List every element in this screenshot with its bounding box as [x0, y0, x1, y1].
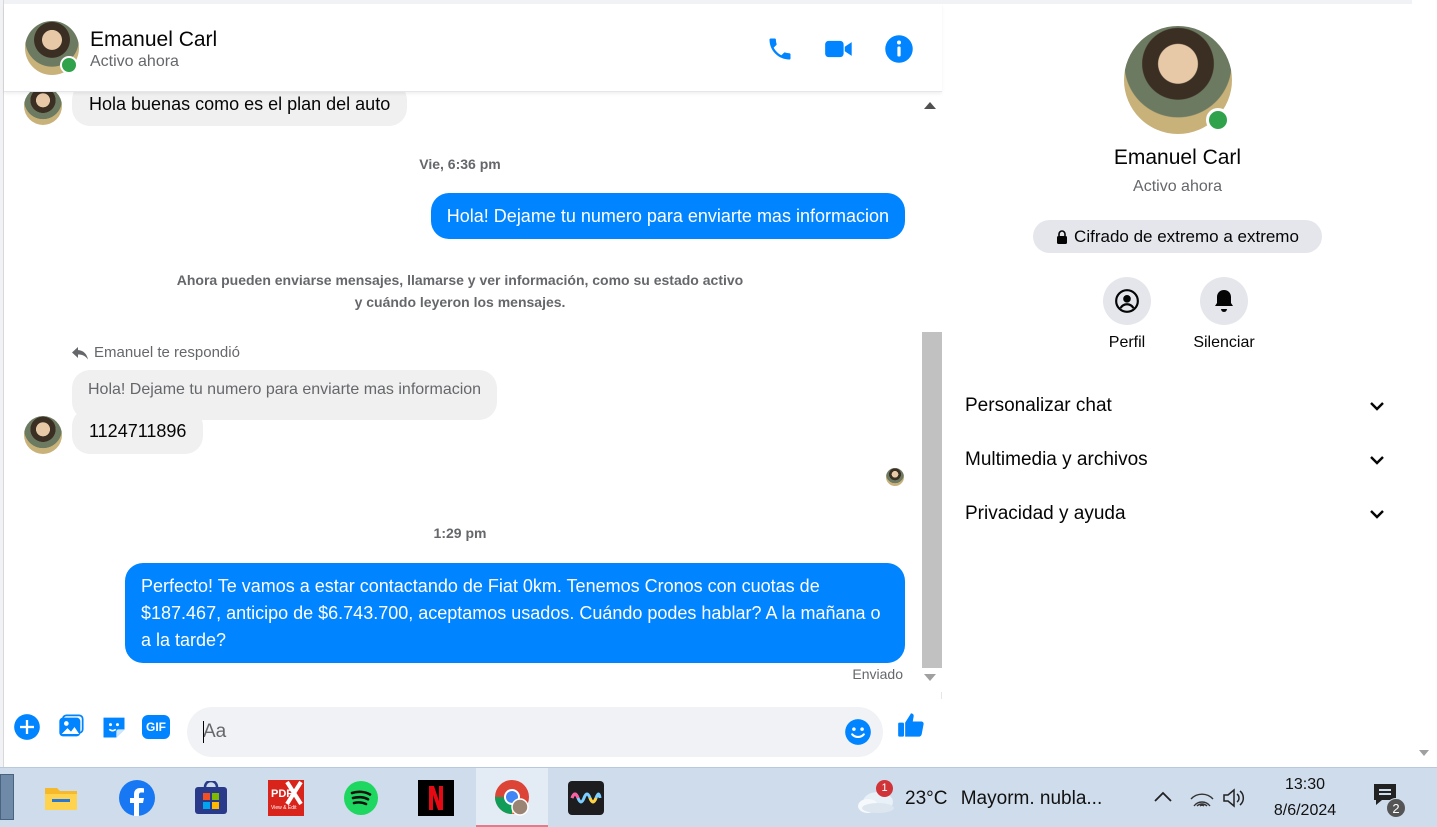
outgoing-message[interactable]: Perfecto! Te vamos a estar contactando d… — [125, 563, 905, 663]
sticker-icon[interactable] — [100, 713, 128, 741]
contact-status: Activo ahora — [90, 53, 179, 70]
profile-label: Perfil — [1108, 334, 1146, 351]
chat-scrollbar[interactable] — [918, 92, 942, 692]
reply-icon — [72, 346, 88, 359]
wave-app[interactable] — [550, 768, 622, 827]
folder-icon — [45, 788, 77, 810]
section-media-files[interactable]: Multimedia y archivos — [955, 440, 1395, 480]
bell-icon — [1215, 290, 1233, 312]
mute-button[interactable] — [1200, 277, 1248, 325]
store-icon — [195, 781, 227, 814]
netflix-app[interactable] — [400, 768, 472, 827]
spotify-icon — [344, 781, 378, 815]
timestamp: 1:29 pm — [433, 525, 487, 541]
weather-text[interactable]: 23°C Mayorm. nubla... — [905, 788, 1102, 810]
reply-label-text: Emanuel te respondió — [94, 344, 240, 361]
clock[interactable]: 13:30 8/6/2024 — [1260, 774, 1350, 822]
scroll-up-arrow[interactable] — [924, 102, 936, 109]
scroll-thumb[interactable] — [922, 332, 942, 668]
message-avatar — [24, 416, 62, 454]
taskbar-edge-app[interactable] — [0, 774, 14, 820]
volume-icon[interactable] — [1222, 787, 1248, 809]
message-text: Perfecto! Te vamos a estar contactando d… — [141, 575, 881, 650]
clock-time: 13:30 — [1284, 776, 1326, 793]
scroll-down-arrow[interactable] — [924, 674, 936, 681]
video-icon[interactable] — [824, 34, 854, 64]
message-text: Hola! Dejame tu numero para enviarte mas… — [446, 205, 889, 226]
chat-pane: Emanuel Carl Activo ahora Hola buenas co… — [4, 4, 942, 767]
chrome-icon — [495, 779, 529, 816]
pdf-app[interactable]: PDF View & Edit — [250, 768, 322, 827]
wifi-icon[interactable] — [1190, 787, 1214, 809]
notifications-icon[interactable]: 2 — [1372, 782, 1412, 822]
quoted-text: Hola! Dejame tu numero para enviarte mas… — [88, 381, 482, 398]
plus-icon[interactable] — [13, 713, 41, 741]
lock-icon — [1057, 229, 1068, 244]
like-icon[interactable] — [897, 711, 925, 739]
weather-badge: 1 — [876, 780, 893, 797]
incoming-message[interactable]: Hola buenas como es el plan del auto — [72, 92, 408, 126]
message-avatar — [24, 92, 62, 125]
pdf-icon: PDF View & Edit — [268, 780, 304, 816]
system-notice: Ahora pueden enviarse mensajes, llamarse… — [4, 269, 916, 313]
online-indicator — [60, 56, 78, 74]
chevron-down-icon — [1370, 510, 1384, 519]
weather-desc: Mayorm. nubla... — [960, 788, 1103, 809]
facebook-icon — [119, 780, 155, 816]
message-list: Hola buenas como es el plan del auto Vie… — [4, 92, 916, 697]
incoming-message[interactable]: 1124711896 — [72, 408, 204, 454]
chevron-down-icon — [1370, 402, 1384, 411]
panel-contact-name: Emanuel Carl — [1113, 146, 1242, 169]
netflix-icon — [418, 780, 454, 816]
wave-icon — [568, 781, 604, 815]
encryption-text: Cifrado de extremo a extremo — [1074, 226, 1299, 246]
section-label: Privacidad y ayuda — [965, 503, 1126, 524]
section-label: Multimedia y archivos — [965, 449, 1148, 470]
seen-avatar — [886, 468, 904, 486]
info-icon[interactable] — [884, 34, 914, 64]
text-caret — [203, 721, 204, 743]
gif-label: GIF — [142, 715, 170, 739]
mute-label: Silenciar — [1193, 334, 1255, 351]
chevron-up-icon[interactable] — [1152, 786, 1174, 808]
store-app[interactable] — [175, 768, 247, 827]
message-input[interactable] — [203, 707, 823, 757]
sent-status: Enviado — [852, 666, 903, 682]
contact-name[interactable]: Emanuel Carl — [90, 28, 217, 52]
page-scrollbar[interactable] — [1412, 0, 1437, 767]
facebook-app[interactable] — [101, 768, 173, 827]
online-indicator — [1206, 108, 1230, 132]
weather-temp: 23°C — [905, 788, 948, 809]
chrome-app[interactable] — [476, 768, 548, 827]
outgoing-message[interactable]: Hola! Dejame tu numero para enviarte mas… — [430, 193, 905, 239]
timestamp: Vie, 6:36 pm — [419, 156, 501, 172]
encryption-badge[interactable]: Cifrado de extremo a extremo — [1033, 220, 1322, 253]
profile-icon — [1115, 289, 1139, 313]
system-notice-line: y cuándo leyeron los mensajes. — [354, 294, 566, 310]
message-text: 1124711896 — [89, 420, 187, 441]
phone-icon[interactable] — [765, 34, 795, 64]
emoji-icon[interactable] — [844, 718, 872, 746]
section-customize-chat[interactable]: Personalizar chat — [955, 386, 1395, 426]
spotify-app[interactable] — [325, 768, 397, 827]
message-input-wrap[interactable] — [187, 707, 883, 757]
file-explorer-app[interactable] — [25, 768, 97, 827]
image-icon[interactable] — [57, 713, 85, 741]
scroll-down-arrow[interactable] — [1419, 750, 1429, 756]
chevron-down-icon — [1370, 456, 1384, 465]
message-text: Hola buenas como es el plan del auto — [89, 93, 391, 114]
system-notice-line: Ahora pueden enviarse mensajes, llamarse… — [176, 272, 744, 288]
section-privacy-help[interactable]: Privacidad y ayuda — [955, 494, 1395, 534]
gif-icon[interactable]: GIF — [142, 713, 170, 741]
taskbar: PDF View & Edit 1 23°C Mayorm. nubla... — [0, 767, 1437, 827]
chat-header: Emanuel Carl Activo ahora — [4, 4, 942, 92]
notification-count: 2 — [1386, 798, 1406, 818]
section-label: Personalizar chat — [965, 395, 1112, 416]
composer: GIF — [4, 699, 942, 767]
reply-label: Emanuel te respondió — [72, 344, 240, 361]
clock-date: 8/6/2024 — [1273, 802, 1337, 819]
profile-button[interactable] — [1103, 277, 1151, 325]
panel-contact-status: Activo ahora — [1133, 178, 1222, 195]
info-panel: Emanuel Carl Activo ahora Cifrado de ext… — [943, 4, 1412, 767]
